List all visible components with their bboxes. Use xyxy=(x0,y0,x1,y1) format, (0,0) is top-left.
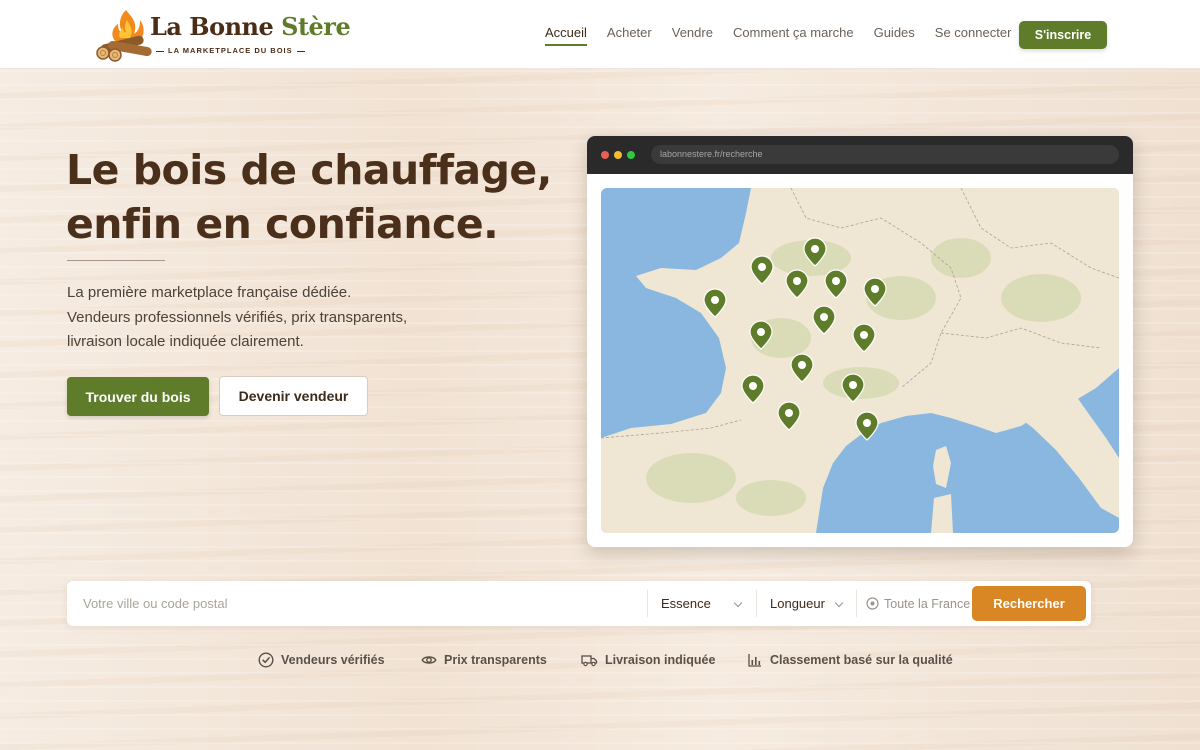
feature-delivery: Livraison indiquée xyxy=(581,652,715,668)
region-selector[interactable]: Toute la France xyxy=(866,581,970,626)
hero-subtitle: La première marketplace française dédiée… xyxy=(67,281,487,355)
feature-label: Livraison indiquée xyxy=(605,653,716,667)
address-bar: labonnestere.fr/recherche xyxy=(651,145,1119,164)
nav-vendre[interactable]: Vendre xyxy=(672,25,713,46)
essence-select[interactable]: Essence xyxy=(661,581,756,626)
seller-map[interactable] xyxy=(601,188,1119,533)
nav-accueil[interactable]: Accueil xyxy=(545,25,587,46)
feature-label: Vendeurs vérifiés xyxy=(281,653,385,667)
hero-title-line2: enfin en confiance. xyxy=(66,200,499,248)
site-header: La Bonne Stère LA MARKETPLACE DU BOIS Ac… xyxy=(0,0,1200,69)
browser-toolbar: labonnestere.fr/recherche xyxy=(587,136,1133,174)
feature-label: Prix transparents xyxy=(444,653,547,667)
bar-chart-icon xyxy=(748,654,761,667)
brand-logo[interactable]: La Bonne Stère LA MARKETPLACE DU BOIS xyxy=(94,6,351,62)
hero-subtitle-line2: Vendeurs professionnels vérifiés, prix t… xyxy=(67,308,408,326)
check-circle-icon xyxy=(258,652,274,668)
region-label: Toute la France xyxy=(884,596,971,611)
chevron-down-icon xyxy=(834,598,844,608)
hero-title-line1: Le bois de chauffage, xyxy=(66,146,552,194)
brand-tagline: LA MARKETPLACE DU BOIS xyxy=(152,46,309,55)
brand-name: La Bonne Stère xyxy=(150,12,351,41)
feature-quality-ranking: Classement basé sur la qualité xyxy=(747,652,953,668)
features-row: Vendeurs vérifiés Prix transparents Livr… xyxy=(0,652,1200,672)
close-dot-icon xyxy=(601,151,609,159)
separator xyxy=(856,590,857,617)
truck-icon xyxy=(581,655,598,667)
nav-comment-ca-marche[interactable]: Comment ça marche xyxy=(733,25,854,46)
signup-button[interactable]: S'inscrire xyxy=(1019,21,1107,49)
browser-mockup: labonnestere.fr/recherche xyxy=(587,136,1133,547)
target-icon xyxy=(866,597,879,610)
nav-acheter[interactable]: Acheter xyxy=(607,25,652,46)
logs-fire-icon xyxy=(96,10,152,62)
essence-label: Essence xyxy=(661,596,711,611)
hero-divider xyxy=(67,260,165,261)
main-nav: Accueil Acheter Vendre Comment ça marche… xyxy=(545,25,1031,46)
separator xyxy=(647,590,648,617)
feature-transparent-prices: Prix transparents xyxy=(421,652,547,668)
minimize-dot-icon xyxy=(614,151,622,159)
hero-subtitle-line1: La première marketplace française dédiée… xyxy=(67,284,352,301)
feature-verified-sellers: Vendeurs vérifiés xyxy=(258,652,385,668)
france-map xyxy=(601,188,1119,533)
longueur-select[interactable]: Longueur xyxy=(770,581,856,626)
separator xyxy=(756,590,757,617)
hero-title: Le bois de chauffage, enfin en confiance… xyxy=(66,143,552,251)
become-seller-button[interactable]: Devenir vendeur xyxy=(219,376,368,416)
longueur-label: Longueur xyxy=(770,596,825,611)
find-wood-button[interactable]: Trouver du bois xyxy=(67,377,209,416)
maximize-dot-icon xyxy=(627,151,635,159)
feature-label: Classement basé sur la qualité xyxy=(770,653,953,667)
hero-subtitle-line3: livraison locale indiquée clairement. xyxy=(67,333,304,350)
nav-se-connecter[interactable]: Se connecter xyxy=(935,25,1012,46)
search-button[interactable]: Rechercher xyxy=(972,586,1086,621)
chevron-down-icon xyxy=(733,598,743,608)
location-search-input[interactable] xyxy=(67,581,647,626)
eye-icon xyxy=(421,656,437,664)
nav-guides[interactable]: Guides xyxy=(874,25,915,46)
search-bar: Essence Longueur Toute la France Recherc… xyxy=(67,581,1091,626)
